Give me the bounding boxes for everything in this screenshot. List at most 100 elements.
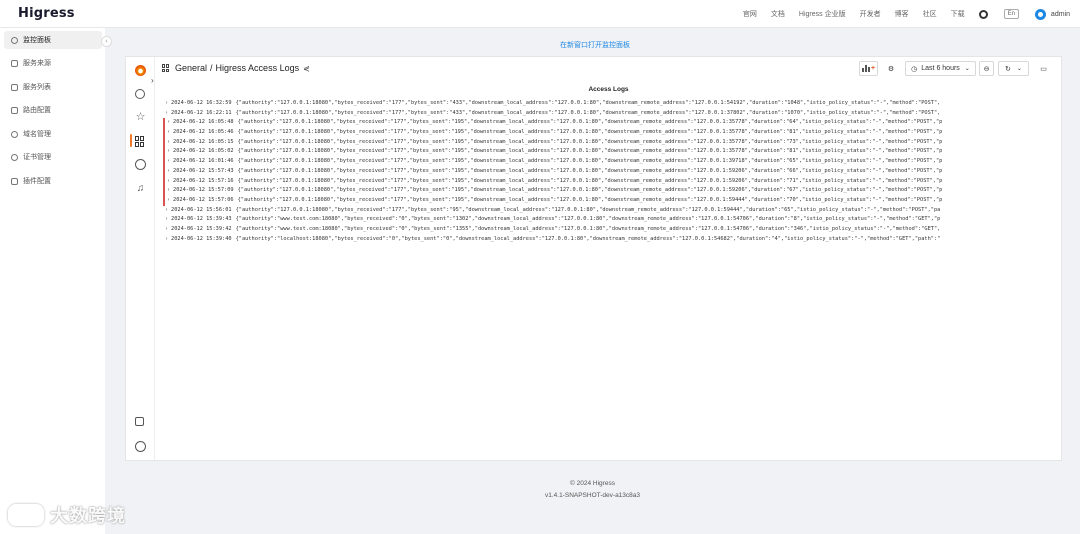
log-row[interactable]: › 2024-06-12 16:05:02 {"authority":"127.0.… xyxy=(163,147,1052,158)
log-timestamp: 2024-06-12 15:39:43 xyxy=(171,216,232,223)
search-icon[interactable] xyxy=(135,89,145,99)
nav-enterprise[interactable]: Higress 企业版 xyxy=(799,9,846,19)
language-toggle[interactable]: En xyxy=(1003,9,1019,19)
log-row[interactable]: › 2024-06-12 16:32:59 {"authority":"127.0.… xyxy=(163,99,1052,109)
nav-community[interactable]: 社区 xyxy=(923,9,937,19)
log-line: {"authority":"www.test.com:18080","bytes… xyxy=(235,216,941,223)
log-row[interactable]: › 2024-06-12 15:57:09 {"authority":"127.0.… xyxy=(163,186,1052,196)
expand-row-icon[interactable]: › xyxy=(165,225,168,235)
nav-blog[interactable]: 博客 xyxy=(895,9,909,19)
help-icon[interactable] xyxy=(135,441,146,452)
expand-row-icon[interactable]: › xyxy=(167,196,170,206)
dashboard-breadcrumb: General / Higress Access Logs ⋞ xyxy=(162,63,310,73)
nav-developers[interactable]: 开发者 xyxy=(860,9,881,19)
sidebar-item-service-source[interactable]: 服务来源 xyxy=(4,54,102,72)
nav-download[interactable]: 下载 xyxy=(951,9,965,19)
expand-row-icon[interactable]: › xyxy=(167,128,170,138)
expand-row-icon[interactable]: › xyxy=(165,99,168,109)
log-row[interactable]: › 2024-06-12 15:39:42 {"authority":"www.te… xyxy=(163,225,1052,235)
user-name[interactable]: admin xyxy=(1051,11,1070,18)
sidebar-item-dashboard[interactable]: 监控面板 xyxy=(4,31,102,49)
log-row[interactable]: › 2024-06-12 15:39:43 {"authority":"www.te… xyxy=(163,215,1052,225)
expand-row-icon[interactable]: › xyxy=(167,157,170,167)
sidebar-item-certificate-management[interactable]: 证书管理 xyxy=(4,148,102,166)
nav-docs[interactable]: 文档 xyxy=(771,9,785,19)
github-icon[interactable] xyxy=(978,9,988,19)
log-timestamp: 2024-06-12 16:22:11 xyxy=(171,109,232,116)
refresh-interval-chevron-icon[interactable]: ⌄ xyxy=(1017,65,1022,72)
expand-row-icon[interactable]: › xyxy=(167,138,170,148)
expand-row-icon[interactable]: › xyxy=(167,167,170,177)
log-row[interactable]: › 2024-06-12 15:57:43 {"authority":"127.0.… xyxy=(163,166,1052,177)
share-icon[interactable]: ⋞ xyxy=(303,64,310,73)
expand-row-icon[interactable]: › xyxy=(167,186,170,196)
add-panel-button[interactable]: + xyxy=(859,61,878,76)
log-line: {"authority":"localhost:18080","bytes_re… xyxy=(235,235,941,242)
log-timestamp: 2024-06-12 16:32:59 xyxy=(171,100,232,106)
log-rows: › 2024-06-12 16:32:59 {"authority":"127.0.… xyxy=(163,99,1052,244)
log-timestamp: 2024-06-12 15:57:43 xyxy=(173,167,234,174)
time-range-picker[interactable]: ◷ Last 6 hours ⌄ xyxy=(905,61,976,76)
footer: © 2024 Higress v1.4.1-SNAPSHOT-dev-a13c8… xyxy=(490,478,695,502)
list-icon xyxy=(11,83,18,91)
sign-in-icon[interactable] xyxy=(135,417,144,426)
breadcrumb-general[interactable]: General xyxy=(175,63,207,73)
sidebar-item-route-config[interactable]: 路由配置 xyxy=(4,101,102,119)
chevron-down-icon: ⌄ xyxy=(964,66,970,72)
add-panel-icon xyxy=(861,65,870,72)
refresh-button[interactable]: ↻ ⌄ xyxy=(998,61,1029,76)
route-icon xyxy=(11,106,18,114)
log-line: {"authority":"127.0.0.1:18080","bytes_re… xyxy=(237,148,943,155)
watermark-logo-icon xyxy=(8,504,44,526)
log-line: {"authority":"127.0.0.1:18080","bytes_re… xyxy=(237,119,943,126)
sidebar-item-label: 监控面板 xyxy=(23,37,51,44)
panel-title[interactable]: Access Logs xyxy=(163,86,1054,93)
globe-icon xyxy=(11,130,18,138)
log-row[interactable]: › 2024-06-12 16:05:46 {"authority":"127.0.… xyxy=(163,128,1052,138)
tv-mode-icon[interactable]: ▭ xyxy=(1036,61,1051,76)
expand-row-icon[interactable]: › xyxy=(165,109,168,119)
alerting-bell-icon[interactable]: ♫ xyxy=(135,183,146,194)
nav-official-site[interactable]: 官网 xyxy=(743,9,757,19)
sidebar-item-domain-management[interactable]: 域名管理 xyxy=(4,125,102,143)
dashboard-title[interactable]: Higress Access Logs xyxy=(216,63,300,73)
time-range-label: Last 6 hours xyxy=(921,65,960,72)
sidebar-item-service-list[interactable]: 服务列表 xyxy=(4,78,102,96)
expand-menu-icon[interactable]: › xyxy=(151,76,154,85)
sidebar-item-plugin-config[interactable]: 插件配置 xyxy=(4,172,102,190)
watermark-text: 大数跨境 xyxy=(50,506,126,526)
grafana-logo-icon[interactable] xyxy=(135,65,146,76)
settings-gear-icon[interactable]: ⚙ xyxy=(883,61,899,76)
user-avatar[interactable] xyxy=(1034,8,1046,20)
log-row[interactable]: › 2024-06-12 15:57:16 {"authority":"127.0.… xyxy=(163,176,1052,187)
log-row[interactable]: › 2024-06-12 16:05:48 {"authority":"127.0.… xyxy=(163,118,1052,129)
dashboard-icon xyxy=(11,36,18,44)
log-row[interactable]: › 2024-06-12 15:56:01 {"authority":"127.0.… xyxy=(163,206,1052,216)
log-row[interactable]: › 2024-06-12 16:22:11 {"authority":"127.0.… xyxy=(163,109,1052,119)
sidebar: 监控面板 服务来源 服务列表 路由配置 域名管理 证书管理 插件配置 xyxy=(0,28,105,534)
sidebar-collapse-button[interactable]: ‹ xyxy=(101,36,112,47)
open-in-new-window-link[interactable]: 在新窗口打开监控面板 xyxy=(540,40,650,50)
log-row[interactable]: › 2024-06-12 15:57:06 {"authority":"127.0.… xyxy=(163,195,1052,206)
log-row[interactable]: › 2024-06-12 16:01:46 {"authority":"127.0.… xyxy=(163,157,1052,167)
log-timestamp: 2024-06-12 15:39:40 xyxy=(171,235,232,242)
sidebar-item-label: 服务来源 xyxy=(23,60,51,67)
expand-row-icon[interactable]: › xyxy=(165,215,168,225)
zoom-out-button[interactable]: ⊖ xyxy=(979,61,994,76)
log-line: {"authority":"127.0.0.1:18080","bytes_re… xyxy=(235,100,941,106)
expand-row-icon[interactable]: › xyxy=(167,177,170,187)
log-line: {"authority":"www.test.com:18080","bytes… xyxy=(235,225,941,232)
dashboard-grid-icon xyxy=(162,64,170,72)
log-row[interactable]: › 2024-06-12 15:39:40 {"authority":"localh… xyxy=(163,235,1052,245)
higress-logo[interactable]: Higress xyxy=(18,6,75,21)
explore-icon[interactable] xyxy=(135,159,146,170)
expand-row-icon[interactable]: › xyxy=(167,118,170,128)
log-row[interactable]: › 2024-06-12 16:05:15 {"authority":"127.0.… xyxy=(163,137,1052,148)
dashboards-icon[interactable] xyxy=(135,136,146,147)
expand-row-icon[interactable]: › xyxy=(167,147,170,157)
certificate-icon xyxy=(11,153,18,161)
active-indicator xyxy=(130,134,132,147)
expand-row-icon[interactable]: › xyxy=(165,235,168,245)
expand-row-icon[interactable]: › xyxy=(165,206,168,216)
star-icon[interactable]: ☆ xyxy=(135,112,146,123)
